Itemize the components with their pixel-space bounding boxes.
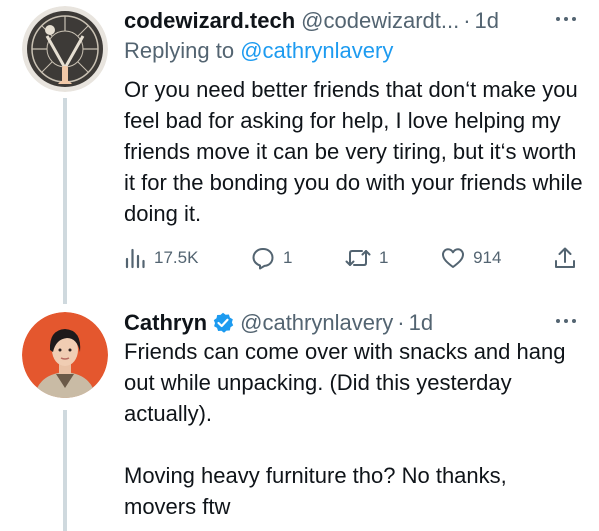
share-button[interactable] <box>554 246 576 270</box>
tweet-codewizard[interactable]: codewizard.tech @codewizardt... · 1d Rep… <box>0 0 599 304</box>
tweet-time[interactable]: 1d <box>475 8 499 34</box>
views-chart-icon <box>125 248 145 269</box>
replying-to-label: Replying to <box>124 38 241 63</box>
thread-connector-line <box>63 98 67 304</box>
like-button[interactable]: 914 <box>441 247 501 269</box>
thread-connector-line <box>63 410 67 531</box>
share-upload-icon <box>555 247 575 268</box>
tweet-header: codewizard.tech @codewizardt... · 1d <box>124 6 499 36</box>
avatar-cathryn[interactable] <box>22 312 108 398</box>
tweet-time[interactable]: 1d <box>409 310 433 336</box>
retweet-count: 1 <box>379 248 389 267</box>
codewizard-logo <box>22 6 108 92</box>
user-handle[interactable]: @codewizardt... <box>301 8 459 34</box>
separator-dot: · <box>397 310 405 335</box>
retweet-button[interactable]: 1 <box>345 247 389 269</box>
verified-badge-icon <box>213 312 234 333</box>
tweet-actions-bar: 17.5K 1 1 914 <box>124 243 576 273</box>
tweet-header: Cathryn @cathrynlavery · 1d <box>124 308 433 338</box>
avatar-codewizard[interactable] <box>22 6 108 92</box>
conversation-thread: codewizard.tech @codewizardt... · 1d Rep… <box>0 0 599 531</box>
tweet-text: Friends can come over with snacks and ha… <box>124 339 566 519</box>
reply-count: 1 <box>283 248 293 267</box>
display-name[interactable]: codewizard.tech <box>124 8 295 34</box>
more-dots-icon[interactable] <box>555 316 577 326</box>
heart-icon <box>442 248 465 268</box>
reply-bubble-icon <box>252 248 274 270</box>
retweet-icon <box>345 250 371 266</box>
replying-to-line: Replying to @cathrynlavery <box>124 38 393 64</box>
tweet-text: Or you need better friends that don‘t ma… <box>124 77 583 226</box>
like-count: 914 <box>473 248 502 267</box>
user-handle[interactable]: @cathrynlavery <box>240 310 393 336</box>
reply-button[interactable]: 1 <box>251 246 292 270</box>
tweet-cathryn[interactable]: Cathryn @cathrynlavery · 1d Friends can … <box>0 300 599 531</box>
views-count: 17.5K <box>154 248 199 267</box>
separator-dot: · <box>463 8 471 33</box>
views-button[interactable]: 17.5K <box>124 247 198 269</box>
cathryn-profile-photo <box>22 312 108 398</box>
replying-to-handle[interactable]: @cathrynlavery <box>240 38 393 63</box>
more-dots-icon[interactable] <box>555 14 577 24</box>
display-name[interactable]: Cathryn <box>124 310 207 336</box>
